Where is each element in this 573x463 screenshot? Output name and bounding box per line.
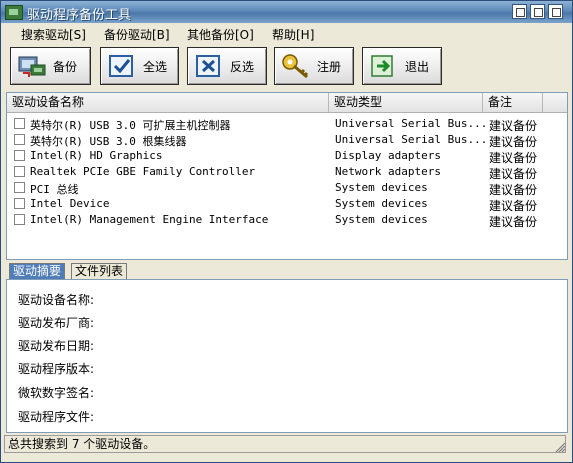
- exit-icon: [369, 53, 399, 79]
- status-bar: 总共搜索到 7 个驱动设备。: [4, 435, 566, 453]
- driver-type: Display adapters: [335, 149, 441, 162]
- backup-label: 备份: [53, 59, 78, 74]
- exit-label: 退出: [405, 59, 430, 74]
- driver-note: 建议备份: [489, 215, 538, 229]
- row-checkbox[interactable]: [14, 166, 25, 177]
- tab-driver-summary[interactable]: 驱动摘要: [9, 263, 66, 279]
- driver-name: 英特尔(R) USB 3.0 根集线器: [30, 135, 187, 148]
- menu-search-drivers[interactable]: 搜索驱动[S]: [21, 26, 86, 43]
- invert-selection-label: 反选: [230, 59, 255, 74]
- row-checkbox[interactable]: [14, 118, 25, 129]
- driver-type: Universal Serial Bus...: [335, 133, 488, 146]
- select-all-label: 全选: [143, 59, 168, 74]
- minimize-button[interactable]: [512, 4, 527, 19]
- driver-name: Realtek PCIe GBE Family Controller: [30, 165, 256, 178]
- detail-files-label: 驱动程序文件:: [18, 410, 95, 424]
- select-all-button[interactable]: 全选: [100, 47, 179, 85]
- driver-type: System devices: [335, 181, 428, 194]
- toolbar: 备份 全选 反选 注册 退出: [1, 43, 572, 89]
- menu-bar: 搜索驱动[S] 备份驱动[B] 其他备份[O] 帮助[H]: [1, 23, 572, 43]
- window-title: 驱动程序备份工具: [27, 8, 132, 23]
- invert-selection-icon: [194, 53, 224, 79]
- column-header-name[interactable]: 驱动设备名称: [7, 93, 329, 112]
- row-checkbox[interactable]: [14, 182, 25, 193]
- list-item[interactable]: Intel Device System devices 建议备份: [7, 196, 567, 213]
- driver-name: Intel(R) Management Engine Interface: [30, 213, 269, 226]
- driver-name: Intel Device: [30, 197, 110, 210]
- driver-list[interactable]: 驱动设备名称 驱动类型 备注 英特尔(R) USB 3.0 可扩展主机控制器 U…: [6, 92, 568, 260]
- menu-help[interactable]: 帮助[H]: [272, 26, 314, 43]
- app-icon: [5, 5, 23, 20]
- select-all-icon: [107, 53, 137, 79]
- title-bar[interactable]: 驱动程序备份工具: [1, 1, 572, 23]
- list-item[interactable]: Intel(R) HD Graphics Display adapters 建议…: [7, 148, 567, 165]
- row-checkbox[interactable]: [14, 198, 25, 209]
- tab-file-list[interactable]: 文件列表: [71, 263, 128, 279]
- list-item[interactable]: Realtek PCIe GBE Family Controller Netwo…: [7, 164, 567, 181]
- menu-backup-drivers[interactable]: 备份驱动[B]: [104, 26, 170, 43]
- detail-device-name-label: 驱动设备名称:: [18, 293, 95, 307]
- row-checkbox[interactable]: [14, 214, 25, 225]
- detail-vendor-label: 驱动发布厂商:: [18, 316, 95, 330]
- close-button[interactable]: [548, 4, 563, 19]
- main-window: 驱动程序备份工具 搜索驱动[S] 备份驱动[B] 其他备份[O] 帮助[H] 备…: [0, 0, 573, 463]
- backup-button[interactable]: 备份: [10, 47, 91, 85]
- list-item[interactable]: Intel(R) Management Engine Interface Sys…: [7, 212, 567, 229]
- register-label: 注册: [317, 59, 342, 74]
- maximize-button[interactable]: [530, 4, 545, 19]
- driver-name: Intel(R) HD Graphics: [30, 149, 163, 162]
- resize-grip-icon[interactable]: [554, 441, 566, 453]
- detail-version-label: 驱动程序版本:: [18, 362, 95, 376]
- key-icon: [281, 53, 311, 79]
- list-item[interactable]: 英特尔(R) USB 3.0 可扩展主机控制器 Universal Serial…: [7, 116, 567, 133]
- register-button[interactable]: 注册: [274, 47, 354, 85]
- row-checkbox[interactable]: [14, 134, 25, 145]
- driver-name: PCI 总线: [30, 183, 79, 196]
- list-item[interactable]: PCI 总线 System devices 建议备份: [7, 180, 567, 197]
- detail-signature-label: 微软数字签名:: [18, 386, 95, 400]
- driver-type: System devices: [335, 197, 428, 210]
- row-checkbox[interactable]: [14, 150, 25, 161]
- driver-type: Universal Serial Bus...: [335, 117, 488, 130]
- column-header-note[interactable]: 备注: [483, 93, 543, 112]
- driver-type: Network adapters: [335, 165, 441, 178]
- driver-name: 英特尔(R) USB 3.0 可扩展主机控制器: [30, 119, 231, 132]
- driver-details-panel: 驱动设备名称: 驱动发布厂商: 驱动发布日期: 驱动程序版本: 微软数字签名: …: [6, 279, 568, 433]
- list-item[interactable]: 英特尔(R) USB 3.0 根集线器 Universal Serial Bus…: [7, 132, 567, 149]
- exit-button[interactable]: 退出: [362, 47, 442, 85]
- detail-date-label: 驱动发布日期:: [18, 339, 95, 353]
- list-header: 驱动设备名称 驱动类型 备注: [7, 93, 567, 113]
- backup-icon: [17, 53, 47, 79]
- driver-type: System devices: [335, 213, 428, 226]
- menu-other-backup[interactable]: 其他备份[O]: [187, 26, 254, 43]
- invert-selection-button[interactable]: 反选: [187, 47, 267, 85]
- column-header-type[interactable]: 驱动类型: [329, 93, 483, 112]
